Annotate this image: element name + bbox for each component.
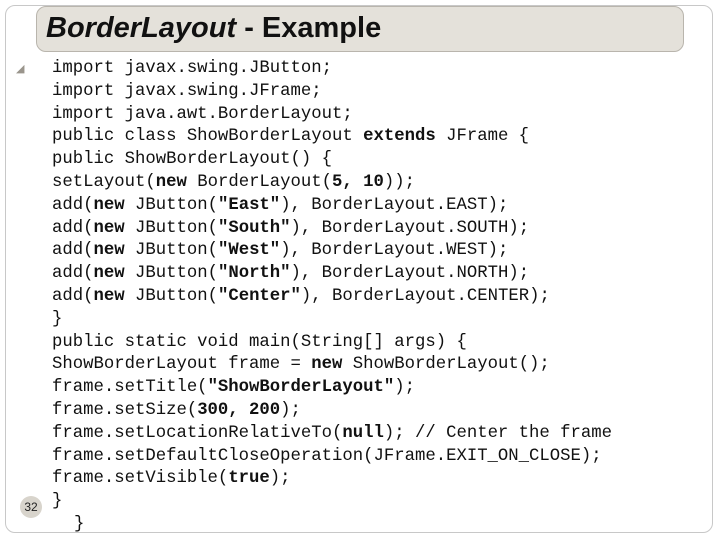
slide-title: BorderLayout - Example [46, 11, 381, 45]
code-keyword: new [93, 195, 125, 215]
slide-title-rest: - Example [236, 12, 382, 44]
code-line: add(new JButton("East"), BorderLayout.EA… [52, 195, 508, 217]
code-line: import javax.swing.JButton; [52, 58, 332, 80]
code-line: frame.setDefaultCloseOperation(JFrame.EX… [52, 446, 602, 468]
code-text: )); [383, 173, 416, 192]
code-line: add(new JButton("North"), BorderLayout.N… [52, 263, 529, 285]
slide-number: 32 [20, 496, 42, 518]
code-text: JButton( [124, 218, 218, 238]
code-line: } [52, 491, 62, 513]
code-text: } [52, 492, 63, 512]
code-keyword: extends [363, 127, 436, 147]
code-text: ), BorderLayout.NORTH); [290, 264, 530, 284]
code-text: } [74, 515, 85, 534]
code-line: public class ShowBorderLayout extends JF… [52, 126, 529, 148]
code-keyword: "ShowBorderLayout" [207, 378, 395, 398]
code-text: public static void main(String[] args) { [52, 332, 467, 352]
code-keyword: new [93, 218, 125, 238]
code-text: frame.setTitle( [52, 378, 208, 398]
code-line: frame.setLocationRelativeTo(null); // Ce… [52, 423, 612, 445]
code-keyword: null [342, 423, 384, 443]
code-text: ), BorderLayout.CENTER); [300, 287, 550, 306]
code-text: import java.awt.BorderLayout; [52, 104, 353, 124]
code-text: add( [52, 241, 94, 261]
code-line: frame.setTitle("ShowBorderLayout"); [52, 377, 415, 399]
code-text: ); // Center the frame [383, 423, 613, 443]
code-text: ShowBorderLayout frame = [52, 355, 312, 375]
code-line: add(new JButton("Center"), BorderLayout.… [52, 286, 550, 308]
code-text: frame.setLocationRelativeTo( [52, 423, 343, 443]
code-text: JFrame { [435, 127, 530, 147]
code-line: } [74, 514, 84, 536]
code-line: } [52, 309, 62, 331]
code-keyword: new [93, 241, 125, 261]
code-text: BorderLayout( [186, 173, 333, 192]
bullet-icon: ◢ [16, 63, 25, 75]
code-text: ), BorderLayout.EAST); [280, 195, 509, 215]
code-line: public static void main(String[] args) { [52, 332, 467, 354]
code-text: JButton( [124, 287, 218, 306]
code-line: frame.setSize(300, 200); [52, 400, 301, 422]
code-text: ); [394, 378, 415, 398]
code-line: setLayout(new BorderLayout(5, 10)); [52, 172, 415, 194]
code-text: add( [52, 218, 94, 238]
code-text: ), BorderLayout.SOUTH); [290, 218, 530, 238]
code-text: add( [52, 264, 94, 284]
code-keyword: true [228, 469, 270, 489]
code-keyword: "South" [217, 218, 291, 238]
code-text: setLayout( [52, 173, 156, 192]
code-line: add(new JButton("South"), BorderLayout.S… [52, 218, 529, 240]
code-text: ShowBorderLayout(); [342, 355, 550, 375]
code-keyword: "Center" [217, 287, 301, 306]
code-text: JButton( [124, 195, 218, 215]
code-keyword: new [93, 264, 125, 284]
code-text: frame.setSize( [52, 401, 198, 420]
code-text: frame.setVisible( [52, 469, 229, 489]
code-text: public class ShowBorderLayout [52, 127, 364, 147]
code-text: import javax.swing.JFrame; [52, 81, 322, 101]
code-text: add( [52, 287, 94, 306]
code-line: import javax.swing.JFrame; [52, 81, 322, 103]
code-keyword: 300, 200 [197, 401, 281, 420]
code-text: import javax.swing.JButton; [52, 59, 333, 78]
code-keyword: 5, 10 [332, 173, 384, 192]
code-keyword: new [93, 287, 125, 306]
code-line: add(new JButton("West"), BorderLayout.WE… [52, 240, 508, 262]
code-text: JButton( [124, 241, 218, 261]
code-text: ); [280, 401, 301, 420]
code-keyword: "East" [217, 195, 281, 215]
code-line: public ShowBorderLayout() { [52, 149, 332, 171]
code-keyword: "North" [217, 264, 291, 284]
code-keyword: new [311, 355, 343, 375]
code-line: frame.setVisible(true); [52, 468, 291, 490]
code-line: ShowBorderLayout frame = new ShowBorderL… [52, 354, 550, 376]
code-text: ), BorderLayout.WEST); [280, 241, 509, 261]
code-text: public ShowBorderLayout() { [52, 150, 333, 170]
code-text: frame.setDefaultCloseOperation(JFrame.EX… [52, 446, 602, 466]
code-text: add( [52, 195, 94, 215]
code-text: JButton( [124, 264, 218, 284]
code-text: ); [269, 469, 291, 489]
code-line: import java.awt.BorderLayout; [52, 104, 353, 126]
slide-title-italic: BorderLayout [46, 12, 237, 44]
code-keyword: new [155, 173, 187, 192]
code-text: } [52, 309, 63, 329]
code-keyword: "West" [217, 241, 281, 261]
